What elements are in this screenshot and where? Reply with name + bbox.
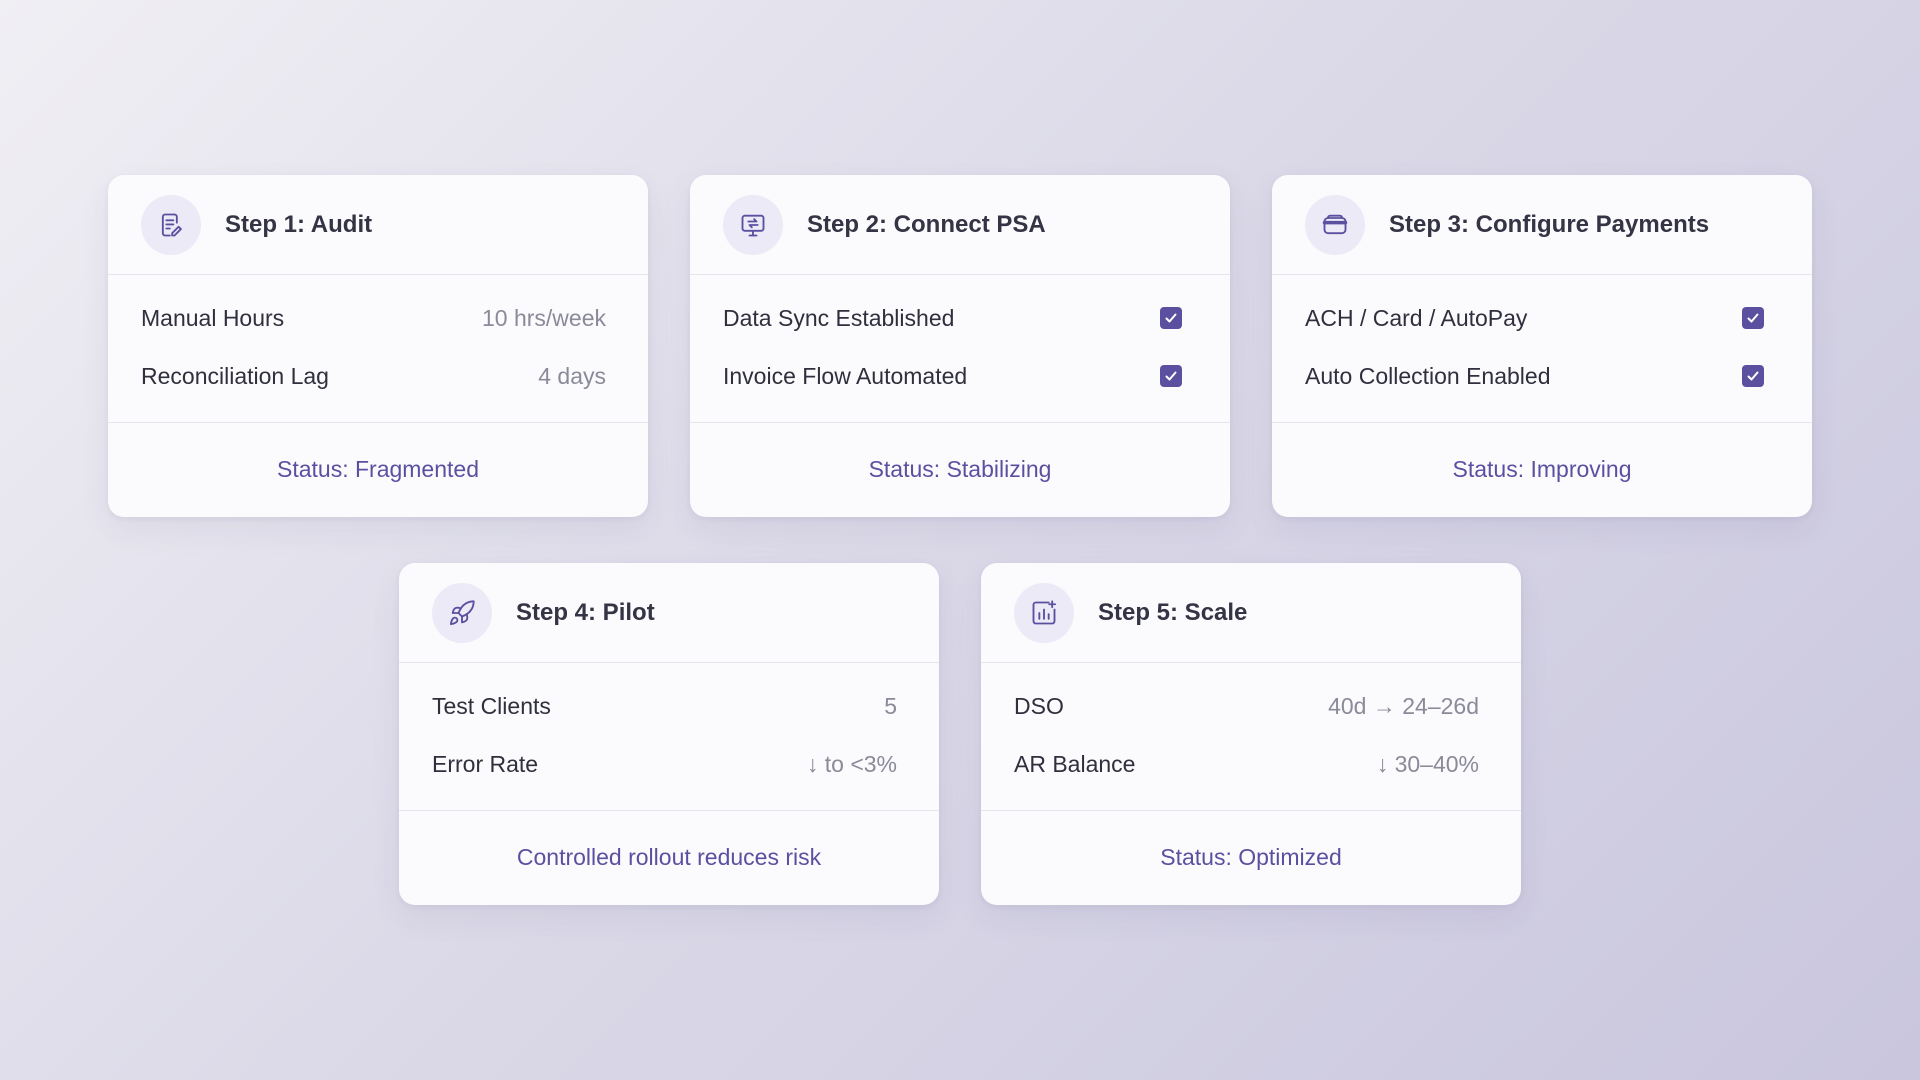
card-header: Step 4: Pilot (399, 563, 939, 663)
status-text: Status: Fragmented (277, 456, 479, 482)
status-text: Controlled rollout reduces risk (516, 844, 822, 870)
check-icon (1165, 371, 1177, 381)
card-title: Step 5: Scale (1098, 598, 1248, 626)
card-header: Step 1: Audit (108, 175, 648, 275)
status-text: Status: Optimized (1160, 844, 1342, 870)
bar-chart-icon (1014, 582, 1074, 643)
card-step-4-pilot: Step 4: Pilot Test Clients 5 Error Rate … (399, 563, 939, 905)
row-label: Manual Hours (141, 304, 285, 331)
row-value: 40d → 24–26d (1328, 692, 1479, 719)
wallet-icon (1305, 194, 1365, 255)
card-step-5-scale: Step 5: Scale DSO 40d → 24–26d AR Balanc… (981, 563, 1521, 905)
card-body: Test Clients 5 Error Rate ↓ to <3% (399, 663, 939, 811)
checklist-row: ACH / Card / AutoPay (1305, 289, 1770, 347)
checklist-row: Auto Collection Enabled (1305, 347, 1770, 405)
row-label: Invoice Flow Automated (723, 362, 968, 389)
metric-row: Reconciliation Lag 4 days (141, 347, 606, 405)
checkbox[interactable] (1742, 307, 1764, 329)
row-label: ACH / Card / AutoPay (1305, 304, 1528, 331)
metric-row: Manual Hours 10 hrs/week (141, 289, 606, 347)
row-value: 10 hrs/week (481, 304, 606, 331)
row-label: Reconciliation Lag (141, 362, 329, 389)
checkbox[interactable] (1160, 307, 1182, 329)
row-label: Data Sync Established (723, 304, 955, 331)
metric-row: Test Clients 5 (432, 677, 897, 735)
row-label: Test Clients (432, 692, 551, 719)
status-text: Status: Improving (1452, 456, 1632, 482)
checklist-row: Invoice Flow Automated (723, 347, 1188, 405)
check-icon (1165, 313, 1177, 323)
check-icon (1747, 371, 1759, 381)
document-edit-icon (141, 194, 201, 255)
row-value: ↓ to <3% (806, 750, 897, 777)
card-header: Step 5: Scale (981, 563, 1521, 663)
checklist-row: Data Sync Established (723, 289, 1188, 347)
row-value: 5 (884, 692, 897, 719)
check-icon (1747, 313, 1759, 323)
rocket-icon (432, 582, 492, 643)
card-title: Step 3: Configure Payments (1389, 210, 1710, 238)
row-label: AR Balance (1014, 750, 1136, 777)
checkbox[interactable] (1742, 365, 1764, 387)
card-body: ACH / Card / AutoPay Auto Collection Ena… (1272, 275, 1812, 423)
card-step-1-audit: Step 1: Audit Manual Hours 10 hrs/week R… (108, 175, 648, 517)
metric-row: DSO 40d → 24–26d (1014, 677, 1479, 735)
card-body: Manual Hours 10 hrs/week Reconciliation … (108, 275, 648, 423)
status-text: Status: Stabilizing (868, 456, 1052, 482)
card-title: Step 4: Pilot (516, 598, 655, 626)
row-label: Auto Collection Enabled (1305, 362, 1551, 389)
monitor-sync-icon (723, 194, 783, 255)
row-label: DSO (1014, 692, 1064, 719)
card-step-2-connect-psa: Step 2: Connect PSA Data Sync Establishe… (690, 175, 1230, 517)
card-title: Step 1: Audit (225, 210, 373, 238)
card-step-3-configure-payments: Step 3: Configure Payments ACH / Card / … (1272, 175, 1812, 517)
card-header: Step 2: Connect PSA (690, 175, 1230, 275)
metric-row: Error Rate ↓ to <3% (432, 735, 897, 793)
row-value: 4 days (538, 362, 606, 389)
checkbox[interactable] (1160, 365, 1182, 387)
card-body: DSO 40d → 24–26d AR Balance ↓ 30–40% (981, 663, 1521, 811)
row-value: ↓ 30–40% (1376, 750, 1479, 777)
card-body: Data Sync Established Invoice Flow Autom… (690, 275, 1230, 423)
row-label: Error Rate (432, 750, 539, 777)
card-title: Step 2: Connect PSA (807, 210, 1046, 238)
metric-row: AR Balance ↓ 30–40% (1014, 735, 1479, 793)
card-header: Step 3: Configure Payments (1272, 175, 1812, 275)
